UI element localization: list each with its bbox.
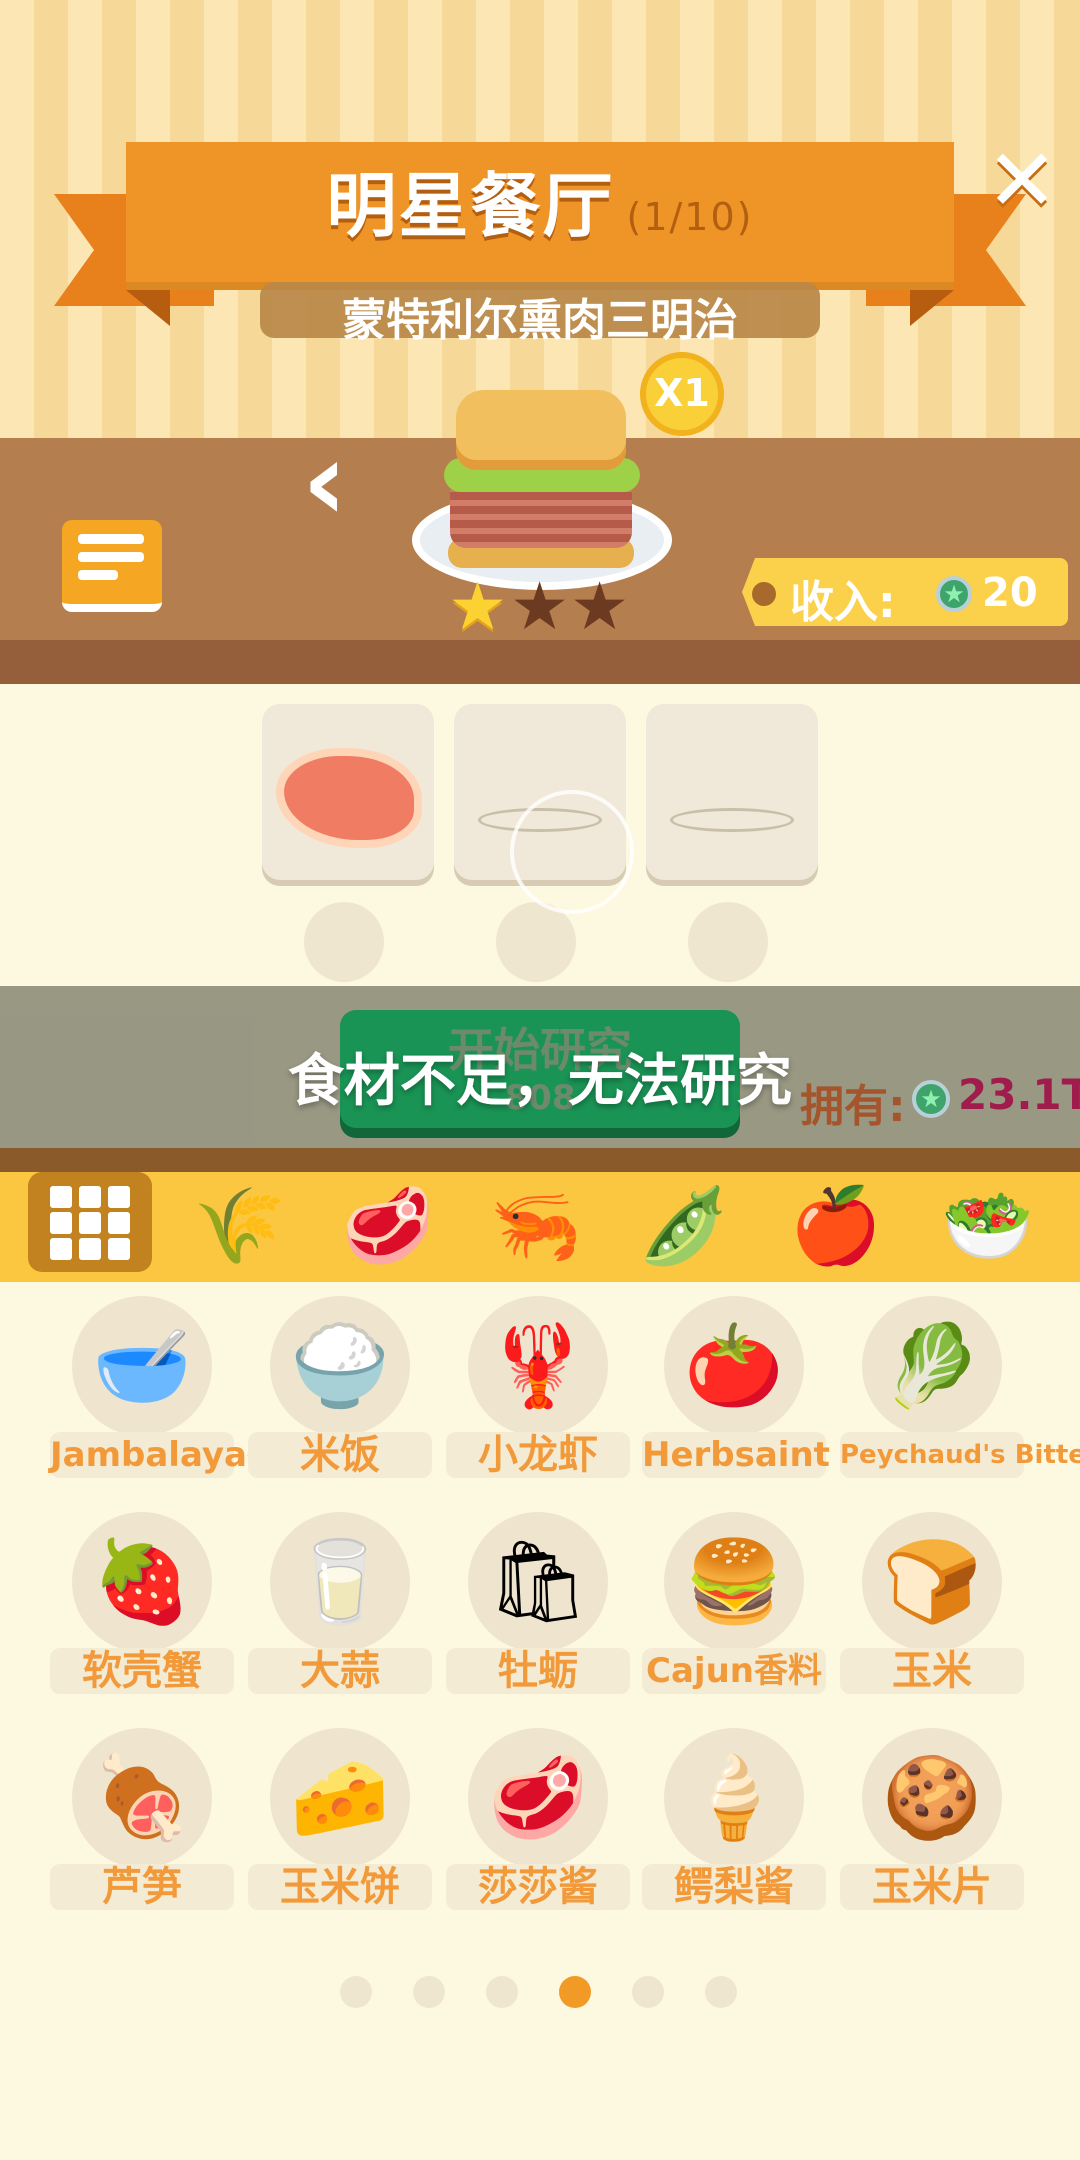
owned-label: 拥有: [800,1081,906,1132]
insufficient-ingredients-toast: 食材不足，无法研究 [288,1049,792,1114]
grain-icon[interactable]: 🌾 [180,1176,300,1276]
recipe-book-icon[interactable] [62,520,162,612]
star-empty-icon: ★ [510,568,570,645]
ingredient-icon: 🥬 [882,1319,982,1412]
sparkle-effect [510,790,634,914]
star-filled-icon: ★ [448,568,508,645]
ingredient-item[interactable]: 🧀 玉米饼 [248,1728,432,1918]
ingredient-item[interactable]: 🍞 玉米 [840,1512,1024,1702]
ingredient-label: 大蒜 [300,1648,380,1694]
income-dot [752,582,776,606]
ingredient-item[interactable]: 🛍 牡蛎 [446,1512,630,1702]
ingredient-label: 牡蛎 [498,1648,578,1694]
star-gem-icon: ★ [936,576,972,612]
title-text: 明星餐厅 [326,165,615,247]
ingredient-label: Peychaud's Bitters [840,1440,1080,1470]
ingredient-icon: 🍚 [290,1319,390,1412]
multiplier-badge: X1 [640,352,724,436]
income-label: 收入: [790,577,896,628]
ingredient-icon: 🥛 [290,1535,390,1628]
owned-value: 23.1T [958,1070,1080,1119]
all-grid-icon[interactable] [28,1172,152,1272]
ingredient-label: 鳄梨酱 [674,1864,794,1910]
ingredient-icon: 🍓 [92,1535,192,1628]
ingredient-item[interactable]: 🍦 鳄梨酱 [642,1728,826,1918]
ingredient-icon: 🥩 [488,1751,588,1844]
page-title: 明星餐厅 (1/10) [126,150,954,251]
ingredient-item[interactable]: 🦞 小龙虾 [446,1296,630,1486]
ingredient-icon: 🦞 [488,1319,588,1412]
counter-edge [0,640,1080,684]
ingredient-label: 米饭 [300,1432,380,1478]
ingredient-icon: 🍞 [882,1535,982,1628]
ingredient-label: 玉米饼 [280,1864,400,1910]
ingredient-item[interactable]: 🍖 芦笋 [50,1728,234,1918]
salad-bowl-icon[interactable]: 🥗 [928,1176,1048,1276]
ingredient-slot[interactable] [646,704,818,880]
page-dot-active[interactable] [559,1976,591,2008]
ingredient-item[interactable]: 🥣 Jambalaya香料 [50,1296,315,1486]
title-count: (1/10) [626,195,754,239]
ingredient-label: 玉米片 [872,1864,992,1910]
income-value: 20 [982,570,1038,616]
category-bar-border [0,1148,1080,1172]
steak-icon [276,748,422,848]
shrimp-icon[interactable]: 🦐 [476,1176,596,1276]
ingredient-slot[interactable] [262,704,434,880]
ingredient-icon: 🧀 [290,1751,390,1844]
ingredient-item[interactable]: 🥬 Peychaud's Bitters [840,1296,1080,1486]
ingredient-icon: 🍖 [92,1751,192,1844]
page-dot[interactable] [413,1976,445,2008]
ingredient-item[interactable]: 🍓 软壳蟹 [50,1512,234,1702]
slot-indicator [688,902,768,982]
star-gem-icon: ★ [912,1080,950,1118]
page-dot[interactable] [632,1976,664,2008]
slot-indicator [496,902,576,982]
ingredient-icon: 🍅 [684,1319,784,1412]
ingredient-icon: 🛍 [487,1535,589,1628]
ingredient-label: 小龙虾 [478,1432,598,1478]
ingredient-icon: 🥣 [92,1319,192,1412]
ingredient-label: Cajun香料 [646,1651,822,1691]
close-icon[interactable]: ✕ [986,138,1058,224]
ingredient-item[interactable]: 🍚 米饭 [248,1296,432,1486]
star-empty-icon: ★ [570,568,630,645]
page-dot[interactable] [486,1976,518,2008]
ingredient-icon: 🍪 [882,1751,982,1844]
sandwich-bread-top [456,390,626,470]
ingredient-item[interactable]: 🍔 Cajun香料 [642,1512,826,1702]
page-dot[interactable] [340,1976,372,2008]
ingredient-label: 莎莎酱 [478,1864,598,1910]
ingredient-icon: 🍔 [684,1535,784,1628]
ingredient-label: Herbsaint [642,1435,830,1475]
ingredient-label: Jambalaya香料 [50,1435,315,1475]
meat-icon[interactable]: 🥩 [328,1176,448,1276]
dish-name: 蒙特利尔熏肉三明治 [342,295,738,346]
slot-indicator [304,902,384,982]
ingredient-item[interactable]: 🥩 莎莎酱 [446,1728,630,1918]
ingredient-label: 芦笋 [102,1864,182,1910]
pea-pod-icon[interactable]: 🫛 [624,1176,744,1276]
ingredient-label: 玉米 [892,1648,972,1694]
page-dot[interactable] [705,1976,737,2008]
empty-plate-icon [670,808,794,832]
previous-dish-arrow-icon[interactable]: ‹ [302,426,372,536]
ingredient-item[interactable]: 🥛 大蒜 [248,1512,432,1702]
apple-icon[interactable]: 🍎 [776,1176,896,1276]
ingredient-icon: 🍦 [684,1751,784,1844]
ingredient-label: 软壳蟹 [82,1648,202,1694]
ingredient-item[interactable]: 🍪 玉米片 [840,1728,1024,1918]
ingredient-item[interactable]: 🍅 Herbsaint [642,1296,830,1486]
